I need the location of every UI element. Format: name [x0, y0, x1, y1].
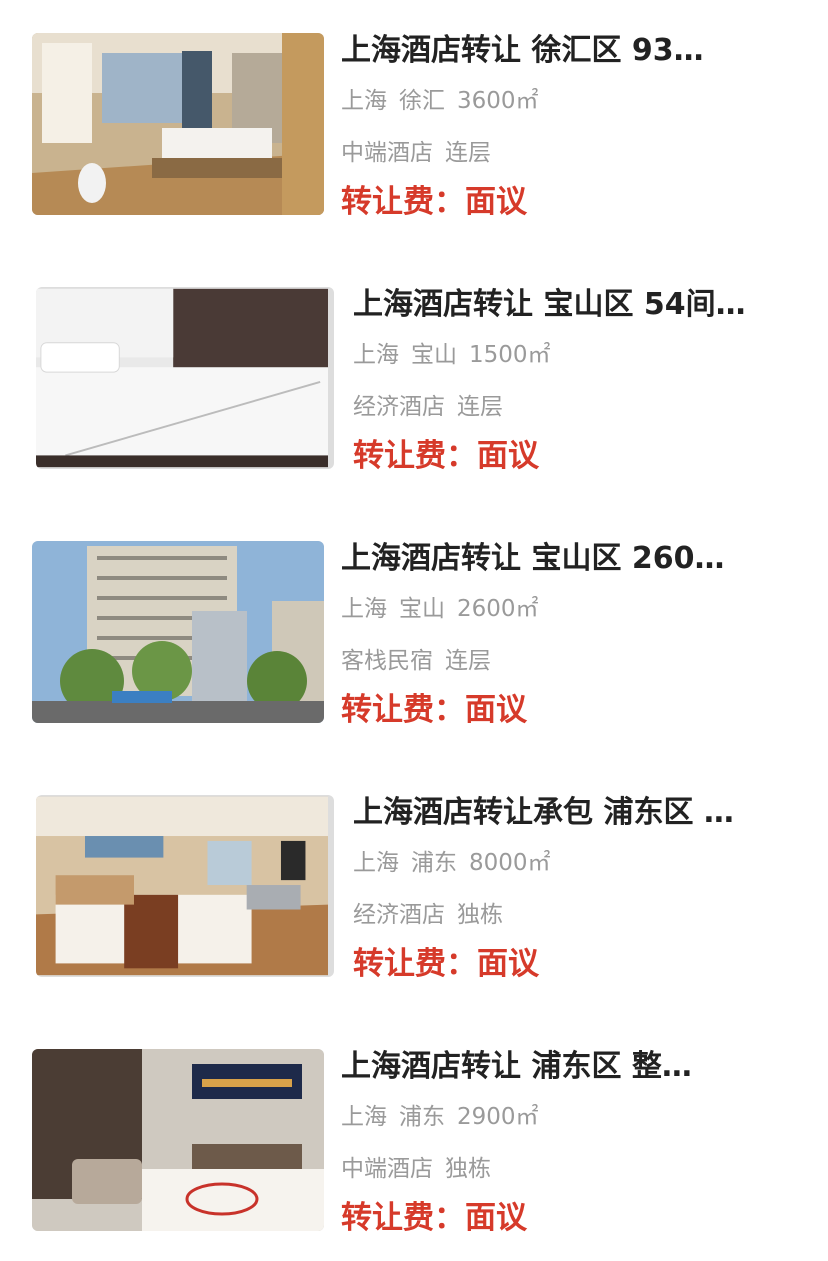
- transfer-fee-value: 面议: [465, 1200, 527, 1236]
- transfer-fee-label: 转让费：: [341, 692, 465, 728]
- listing-city: 上海: [341, 596, 387, 622]
- transfer-fee: 转让费：面议: [353, 437, 539, 475]
- hotel-twin-room-photo[interactable]: [36, 795, 334, 977]
- listing-tags: 客栈民宿 连层: [341, 647, 503, 675]
- listing-title[interactable]: 上海酒店转让 浦东区 整…: [341, 1049, 798, 1085]
- listing-title[interactable]: 上海酒店转让 宝山区 260…: [341, 541, 798, 577]
- listing-card[interactable]: 上海酒店转让 徐汇区 93… 上海 徐汇 3600㎡ 中端酒店 连层 转让费：面议: [0, 33, 828, 223]
- transfer-fee-label: 转让费：: [341, 1200, 465, 1236]
- transfer-fee: 转让费：面议: [353, 945, 539, 983]
- listing-district: 宝山: [399, 596, 445, 622]
- listing-location: 上海 浦东 2900㎡: [341, 1103, 551, 1131]
- listing-tags: 中端酒店 独栋: [341, 1155, 503, 1183]
- listing-structure: 连层: [457, 394, 503, 420]
- transfer-fee-value: 面议: [477, 438, 539, 474]
- transfer-fee-value: 面议: [477, 946, 539, 982]
- listing-city: 上海: [353, 850, 399, 876]
- hotel-suite-photo[interactable]: [32, 1049, 324, 1231]
- transfer-fee-label: 转让费：: [353, 946, 477, 982]
- listing-card[interactable]: 上海酒店转让 宝山区 54间… 上海 宝山 1500㎡ 经济酒店 连层 转让费：面议: [0, 287, 828, 477]
- listing-card[interactable]: 上海酒店转让承包 浦东区 … 上海 浦东 8000㎡ 经济酒店 独栋 转让费：面议: [0, 795, 828, 985]
- transfer-fee-value: 面议: [465, 692, 527, 728]
- hotel-bed-photo[interactable]: [36, 287, 334, 469]
- listing-info: 上海酒店转让承包 浦东区 … 上海 浦东 8000㎡ 经济酒店 独栋 转让费：面议: [353, 795, 798, 982]
- listing-location: 上海 宝山 2600㎡: [341, 595, 551, 623]
- transfer-fee-value: 面议: [465, 184, 527, 220]
- listing-tags: 中端酒店 连层: [341, 139, 503, 167]
- listing-hotel-type: 经济酒店: [353, 394, 445, 420]
- listing-district: 浦东: [411, 850, 457, 876]
- listing-info: 上海酒店转让 浦东区 整… 上海 浦东 2900㎡ 中端酒店 独栋 转让费：面议: [341, 1049, 798, 1236]
- listing-location: 上海 浦东 8000㎡: [353, 849, 563, 877]
- listing-hotel-type: 客栈民宿: [341, 648, 433, 674]
- listing-title[interactable]: 上海酒店转让 徐汇区 93…: [341, 33, 798, 69]
- listing-district: 浦东: [399, 1104, 445, 1130]
- transfer-fee: 转让费：面议: [341, 183, 527, 221]
- listing-info: 上海酒店转让 徐汇区 93… 上海 徐汇 3600㎡ 中端酒店 连层 转让费：面议: [341, 33, 798, 220]
- listing-location: 上海 宝山 1500㎡: [353, 341, 563, 369]
- listing-tags: 经济酒店 独栋: [353, 901, 515, 929]
- listing-area: 2600㎡: [457, 596, 539, 622]
- listing-location: 上海 徐汇 3600㎡: [341, 87, 551, 115]
- listing-city: 上海: [341, 1104, 387, 1130]
- listing-structure: 独栋: [457, 902, 503, 928]
- listing-structure: 连层: [445, 648, 491, 674]
- listing-structure: 连层: [445, 140, 491, 166]
- listing-structure: 独栋: [445, 1156, 491, 1182]
- listing-card[interactable]: 上海酒店转让 宝山区 260… 上海 宝山 2600㎡ 客栈民宿 连层 转让费：面议: [0, 541, 828, 731]
- listing-title[interactable]: 上海酒店转让 宝山区 54间…: [353, 287, 798, 323]
- listing-tags: 经济酒店 连层: [353, 393, 515, 421]
- listing-area: 8000㎡: [469, 850, 551, 876]
- listing-area: 2900㎡: [457, 1104, 539, 1130]
- transfer-fee: 转让费：面议: [341, 1199, 527, 1237]
- listing-city: 上海: [353, 342, 399, 368]
- listing-info: 上海酒店转让 宝山区 54间… 上海 宝山 1500㎡ 经济酒店 连层 转让费：面议: [353, 287, 798, 474]
- listing-hotel-type: 中端酒店: [341, 1156, 433, 1182]
- transfer-fee-label: 转让费：: [341, 184, 465, 220]
- hotel-building-photo[interactable]: [32, 541, 324, 723]
- transfer-fee: 转让费：面议: [341, 691, 527, 729]
- listing-district: 宝山: [411, 342, 457, 368]
- listing-info: 上海酒店转让 宝山区 260… 上海 宝山 2600㎡ 客栈民宿 连层 转让费：面议: [341, 541, 798, 728]
- listing-card[interactable]: 上海酒店转让 浦东区 整… 上海 浦东 2900㎡ 中端酒店 独栋 转让费：面议: [0, 1049, 828, 1239]
- hotel-room-photo[interactable]: [32, 33, 324, 215]
- listing-hotel-type: 中端酒店: [341, 140, 433, 166]
- listing-city: 上海: [341, 88, 387, 114]
- listing-hotel-type: 经济酒店: [353, 902, 445, 928]
- transfer-fee-label: 转让费：: [353, 438, 477, 474]
- listing-area: 1500㎡: [469, 342, 551, 368]
- listing-title[interactable]: 上海酒店转让承包 浦东区 …: [353, 795, 798, 831]
- listing-area: 3600㎡: [457, 88, 539, 114]
- listing-district: 徐汇: [399, 88, 445, 114]
